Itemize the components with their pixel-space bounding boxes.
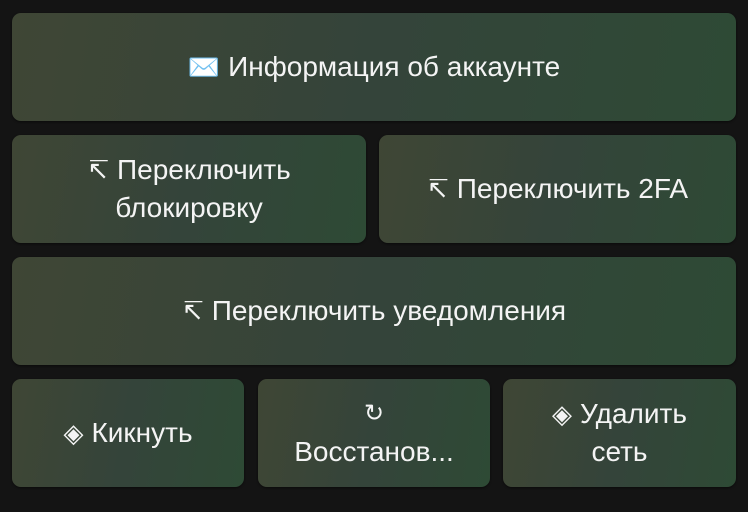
kick-button[interactable]: ◈ Кикнуть bbox=[12, 379, 244, 487]
toggle-notifications-label: Переключить уведомления bbox=[211, 295, 567, 326]
delete-network-label-line2: сеть bbox=[591, 436, 648, 467]
delete-network-button[interactable]: ◈ Удалить сеть bbox=[503, 379, 736, 487]
envelope-icon: ✉️ bbox=[187, 52, 221, 82]
arrow-up-left-bar-icon: ↸ bbox=[426, 174, 449, 204]
account-info-button[interactable]: ✉️ Информация об аккаунте bbox=[12, 13, 736, 121]
kick-label: Кикнуть bbox=[91, 417, 193, 448]
arrow-up-left-bar-icon: ↸ bbox=[87, 155, 109, 185]
toggle-notifications-button[interactable]: ↸ Переключить уведомления bbox=[12, 257, 736, 365]
diamond-icon: ◈ bbox=[63, 418, 84, 448]
delete-network-label-line1: Удалить bbox=[580, 398, 687, 429]
toggle-2fa-label: Переключить 2FA bbox=[456, 173, 689, 204]
diamond-icon: ◈ bbox=[552, 399, 573, 429]
toggle-block-button[interactable]: ↸ Переключить блокировку bbox=[12, 135, 366, 243]
restore-button[interactable]: ↻ Восстанов... bbox=[258, 379, 490, 487]
account-info-label: Информация об аккаунте bbox=[228, 51, 561, 82]
restore-arrow-icon: ↻ bbox=[363, 400, 385, 427]
toggle-2fa-button[interactable]: ↸ Переключить 2FA bbox=[379, 135, 736, 243]
toggle-block-label-line2: блокировку bbox=[115, 192, 263, 223]
toggle-block-label-line1: Переключить bbox=[117, 154, 291, 185]
arrow-up-left-bar-icon: ↸ bbox=[181, 296, 204, 326]
restore-label: Восстанов... bbox=[294, 436, 454, 467]
